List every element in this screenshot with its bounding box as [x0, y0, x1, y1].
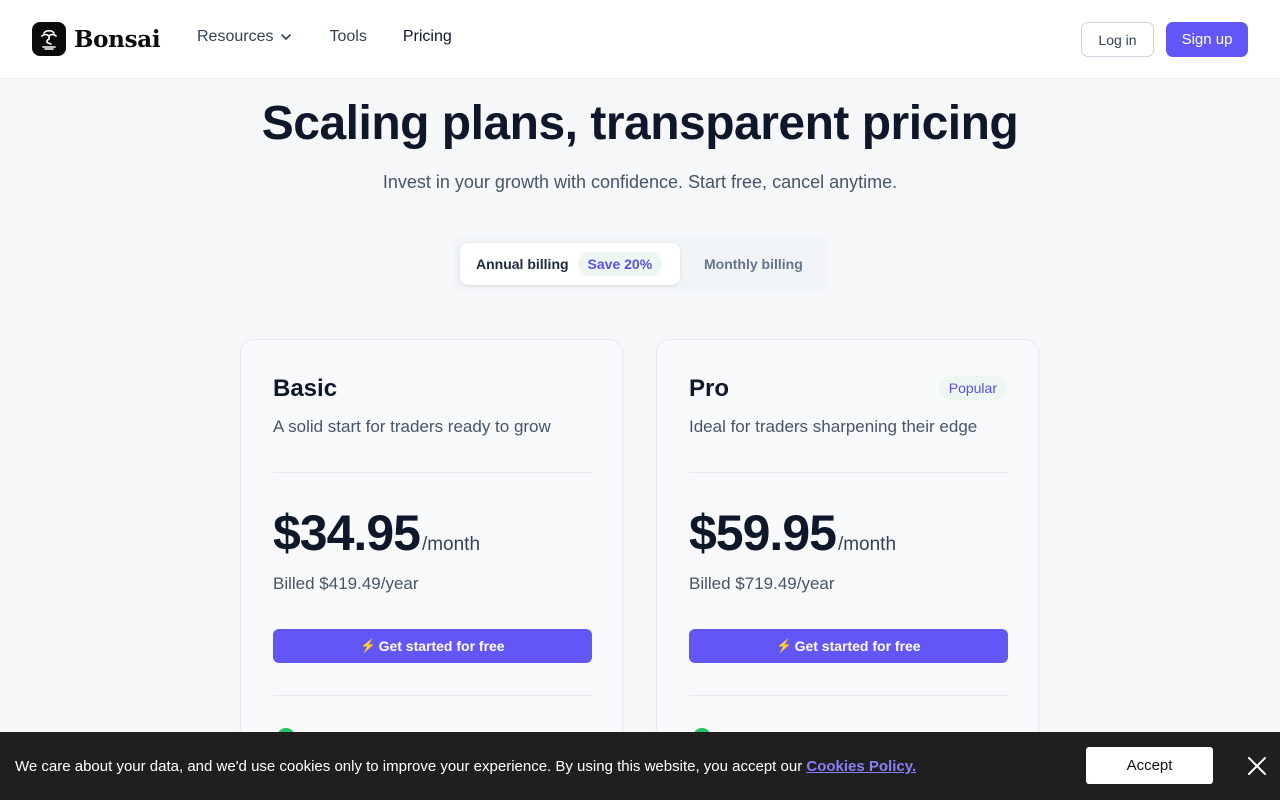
plan-name: Basic [273, 375, 338, 402]
nav-item-label: Resources [197, 28, 274, 45]
close-icon[interactable] [1245, 754, 1269, 778]
brand-logo[interactable]: Bonsai [32, 22, 161, 56]
plan-card-basic: Basic A solid start for traders ready to… [240, 339, 623, 800]
get-started-button-pro[interactable]: ⚡ Get started for free [689, 629, 1008, 663]
price-period: /month [421, 534, 481, 555]
accept-cookies-button[interactable]: Accept [1086, 747, 1213, 784]
popular-badge: Popular [938, 376, 1007, 400]
signup-button[interactable]: Sign up [1166, 22, 1248, 57]
cookies-policy-link[interactable]: Cookies Policy. [806, 758, 916, 775]
plan-price: $59.95 [689, 505, 837, 561]
cta-label: Get started for free [378, 638, 505, 654]
nav-item-label: Tools [329, 28, 367, 45]
brand-name: Bonsai [74, 25, 161, 53]
chevron-down-icon [281, 34, 292, 40]
cookie-message: We care about your data, and we'd use co… [15, 758, 916, 775]
bonsai-tree-icon [32, 22, 66, 56]
main-nav: Resources Tools Pricing [197, 28, 488, 46]
login-button[interactable]: Log in [1081, 22, 1154, 57]
lightning-bolt-icon: ⚡ [360, 638, 377, 653]
plan-price: $34.95 [273, 505, 421, 561]
price-row: $59.95 /month [689, 504, 896, 562]
billed-amount: Billed $719.49/year [689, 574, 835, 593]
price-row: $34.95 /month [273, 504, 480, 562]
get-started-button-basic[interactable]: ⚡ Get started for free [273, 629, 592, 663]
billing-toggle: Annual billing Save 20% Monthly billing [454, 237, 827, 291]
divider [273, 472, 592, 473]
divider [689, 695, 1008, 696]
cookie-text: We care about your data, and we'd use co… [15, 758, 807, 775]
plan-description: Ideal for traders sharpening their edge [689, 417, 978, 436]
monthly-billing-option[interactable]: Monthly billing [704, 243, 803, 285]
nav-item-tools[interactable]: Tools [329, 28, 366, 46]
billed-amount: Billed $419.49/year [273, 574, 419, 593]
nav-item-resources[interactable]: Resources [197, 28, 293, 46]
nav-item-pricing[interactable]: Pricing [403, 28, 452, 46]
plan-name: Pro [689, 375, 730, 402]
page-title: Scaling plans, transparent pricing [261, 97, 1019, 150]
plan-card-pro: Pro Popular Ideal for traders sharpening… [656, 339, 1039, 800]
divider [273, 695, 592, 696]
annual-billing-label: Annual billing [476, 256, 569, 272]
annual-billing-option[interactable]: Annual billing Save 20% [460, 243, 680, 285]
nav-item-label: Pricing [402, 28, 452, 45]
site-header: Bonsai Resources Tools Pricing Log in Si… [0, 0, 1280, 79]
plan-description: A solid start for traders ready to grow [273, 417, 551, 436]
lightning-bolt-icon: ⚡ [776, 638, 793, 653]
divider [689, 472, 1008, 473]
price-period: /month [837, 534, 897, 555]
page-subtitle: Invest in your growth with confidence. S… [382, 172, 898, 192]
save-badge: Save 20% [577, 252, 663, 276]
cookie-banner: We care about your data, and we'd use co… [0, 732, 1280, 800]
cta-label: Get started for free [794, 638, 921, 654]
